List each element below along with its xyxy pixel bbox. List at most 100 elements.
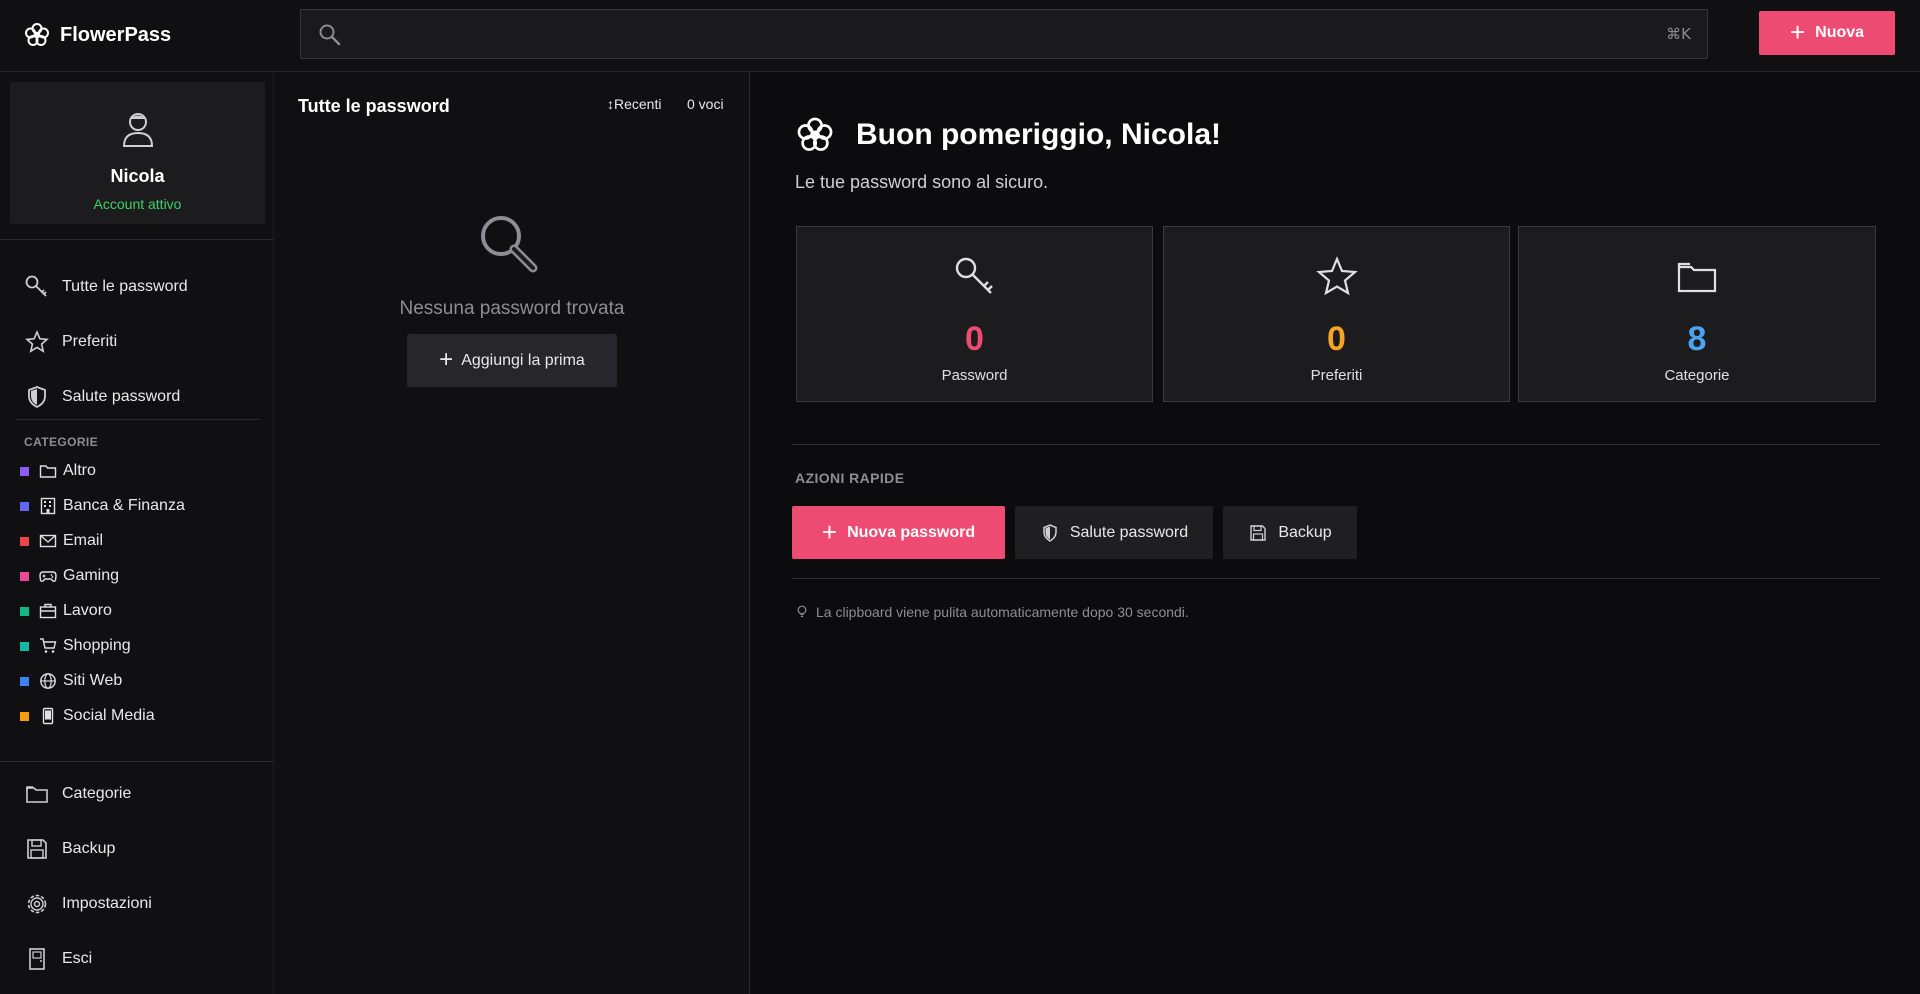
sidebar-item-password-health[interactable]: Salute password xyxy=(24,382,180,412)
sidebar-item-label: Esci xyxy=(62,950,93,967)
new-button[interactable]: + Nuova xyxy=(1759,11,1895,55)
category-item-gaming[interactable]: Gaming xyxy=(20,565,119,587)
flower-logo-icon xyxy=(25,23,49,46)
sidebar-item-label: Tutte le password xyxy=(62,278,188,295)
sidebar: Nicola Account attivo Tutte le password … xyxy=(0,72,274,994)
gamepad-icon xyxy=(39,571,57,583)
sidebar-divider xyxy=(16,419,260,420)
password-list-panel: Tutte le password ↕Recenti 0 voci Nessun… xyxy=(274,72,750,994)
category-item-shopping[interactable]: Shopping xyxy=(20,635,131,657)
backup-button[interactable]: Backup xyxy=(1223,506,1357,559)
profile-name: Nicola xyxy=(110,166,165,186)
stat-card-favorites[interactable]: 0 Preferiti xyxy=(1163,226,1510,402)
profile-card[interactable]: Nicola Account attivo xyxy=(10,82,265,224)
empty-state-text: Nessuna password trovata xyxy=(399,298,625,319)
search-icon xyxy=(319,24,341,46)
door-icon xyxy=(29,948,45,970)
folder-icon xyxy=(1677,262,1717,293)
category-color-dot xyxy=(20,606,29,616)
sidebar-item-logout[interactable]: Esci xyxy=(24,944,92,974)
backup-label: Backup xyxy=(1278,523,1332,541)
search-shortcut: ⌘K xyxy=(1666,25,1691,43)
cart-icon xyxy=(40,638,57,653)
key-icon xyxy=(25,275,47,297)
new-password-button[interactable]: + Nuova password xyxy=(792,506,1005,559)
sidebar-item-label: Preferiti xyxy=(62,333,118,350)
flower-logo-icon xyxy=(797,117,833,151)
bank-icon xyxy=(40,497,56,515)
plus-icon: + xyxy=(1789,17,1806,47)
category-item-email[interactable]: Email xyxy=(20,530,103,552)
sidebar-item-label: Categorie xyxy=(62,785,132,802)
stat-value: 8 xyxy=(1687,320,1707,358)
save-icon xyxy=(27,839,47,859)
plus-icon: + xyxy=(821,516,838,547)
clipboard-tip-text: La clipboard viene pulita automaticament… xyxy=(816,604,1189,620)
sidebar-item-label: Impostazioni xyxy=(62,895,152,912)
new-button-label: Nuova xyxy=(1815,24,1865,41)
category-color-dot xyxy=(20,501,29,511)
new-password-label: Nuova password xyxy=(847,523,976,541)
sidebar-item-favorites[interactable]: Preferiti xyxy=(24,327,117,357)
greeting-subtitle: Le tue password sono al sicuro. xyxy=(795,172,1049,192)
greeting-text: Buon pomeriggio, Nicola! xyxy=(856,118,1221,151)
sidebar-item-label: Backup xyxy=(62,840,116,857)
add-first-label: Aggiungi la prima xyxy=(461,351,585,369)
stat-value: 0 xyxy=(1327,320,1346,358)
category-item-siti-web[interactable]: Siti Web xyxy=(20,670,122,692)
add-first-button[interactable]: + Aggiungi la prima xyxy=(407,334,617,387)
shield-icon xyxy=(1043,523,1057,542)
category-label: Banca & Finanza xyxy=(63,497,185,514)
category-label: Gaming xyxy=(63,567,120,584)
sidebar-item-all-passwords[interactable]: Tutte le password xyxy=(24,272,188,302)
stat-label: Categorie xyxy=(1664,367,1730,384)
user-avatar-icon xyxy=(122,113,154,147)
save-icon xyxy=(1250,524,1267,541)
stat-card-categories[interactable]: 8 Categorie xyxy=(1518,226,1876,402)
list-title: Tutte le password xyxy=(298,96,450,116)
briefcase-icon xyxy=(39,603,57,619)
plus-icon: + xyxy=(439,345,454,373)
profile-status: Account attivo xyxy=(93,196,182,212)
app-brand[interactable]: FlowerPass xyxy=(24,20,171,50)
stat-card-passwords[interactable]: 0 Password xyxy=(796,226,1153,402)
sort-toggle[interactable]: ↕Recenti xyxy=(607,96,661,112)
category-color-dot xyxy=(20,676,29,686)
category-label: Email xyxy=(63,532,104,549)
category-label: Lavoro xyxy=(63,602,112,619)
category-item-social-media[interactable]: Social Media xyxy=(20,705,155,727)
gear-icon xyxy=(27,894,47,914)
dashboard: Buon pomeriggio, Nicola! Le tue password… xyxy=(750,72,1920,994)
category-item-lavoro[interactable]: Lavoro xyxy=(20,600,112,622)
sidebar-item-label: Salute password xyxy=(62,388,181,405)
password-health-label: Salute password xyxy=(1069,523,1189,541)
section-divider xyxy=(792,578,1880,579)
category-color-dot xyxy=(20,536,29,546)
sidebar-item-backup[interactable]: Backup xyxy=(24,834,115,864)
stat-label: Password xyxy=(941,367,1008,384)
search-input[interactable] xyxy=(353,10,1633,58)
sidebar-divider xyxy=(0,239,274,240)
search-bar[interactable]: ⌘K xyxy=(300,9,1708,59)
category-item-banca[interactable]: Banca & Finanza xyxy=(20,495,185,517)
star-icon xyxy=(25,329,49,353)
category-item-altro[interactable]: Altro xyxy=(20,460,96,482)
category-label: Social Media xyxy=(63,707,155,724)
quick-actions-heading: AZIONI RAPIDE xyxy=(795,470,905,486)
category-color-dot xyxy=(20,711,29,721)
categories-heading: CATEGORIE xyxy=(24,435,99,449)
top-bar: FlowerPass ⌘K + Nuova xyxy=(0,0,1920,72)
category-color-dot xyxy=(20,466,29,476)
category-label: Altro xyxy=(63,462,96,479)
sidebar-item-settings[interactable]: Impostazioni xyxy=(24,889,152,919)
password-health-button[interactable]: Salute password xyxy=(1015,506,1213,559)
sidebar-item-categories[interactable]: Categorie xyxy=(24,779,131,809)
shield-icon xyxy=(28,386,46,409)
star-icon xyxy=(1315,256,1358,296)
section-divider xyxy=(792,444,1880,445)
category-label: Shopping xyxy=(63,637,131,654)
email-icon xyxy=(39,534,57,548)
clipboard-tip: La clipboard viene pulita automaticament… xyxy=(796,604,1189,620)
lightbulb-icon xyxy=(797,605,807,618)
category-color-dot xyxy=(20,571,29,581)
